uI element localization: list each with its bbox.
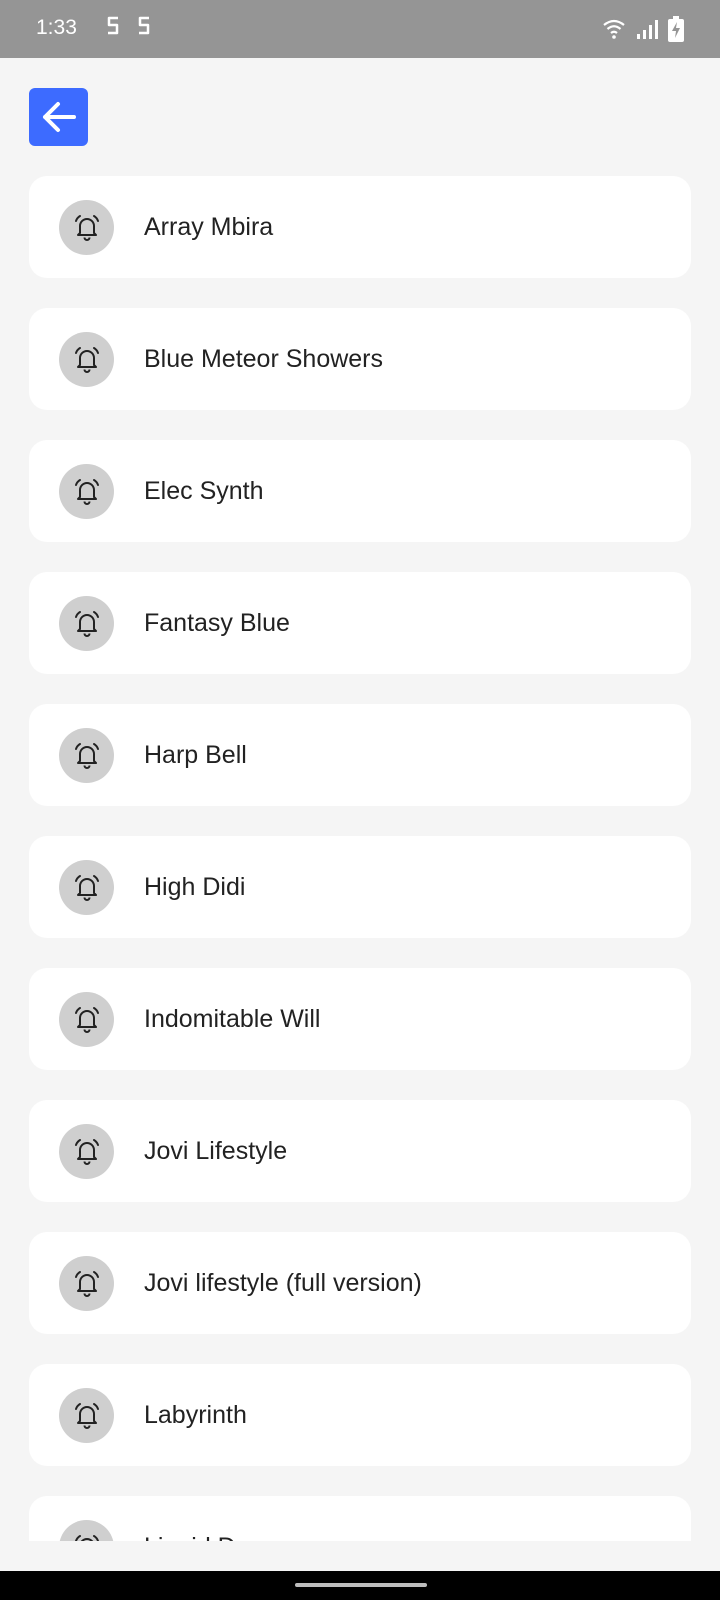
ringtone-item[interactable]: Blue Meteor Showers <box>29 308 691 410</box>
ringtone-label: Liquid D <box>144 1496 236 1541</box>
status-time: 1:33 <box>36 16 77 39</box>
ringtone-label: Jovi Lifestyle <box>144 1137 288 1165</box>
ringtone-item[interactable]: Liquid D <box>29 1496 691 1541</box>
ringtone-item[interactable]: Jovi Lifestyle <box>29 1100 691 1202</box>
ringtone-item[interactable]: Elec Synth <box>29 440 691 542</box>
ringtone-label: Jovi lifestyle (full version) <box>144 1269 422 1297</box>
home-gesture-handle[interactable] <box>295 1583 427 1587</box>
status-right-icons <box>602 16 684 42</box>
bell-icon-container <box>59 728 114 783</box>
bell-icon-container <box>59 1388 114 1443</box>
wifi-icon <box>603 19 625 39</box>
ringtone-label: Array Mbira <box>144 213 274 241</box>
ringtone-item[interactable]: Jovi lifestyle (full version) <box>29 1232 691 1334</box>
navigation-bar <box>0 1571 720 1600</box>
ringtone-item[interactable]: Labyrinth <box>29 1364 691 1466</box>
ringtone-label: Blue Meteor Showers <box>144 345 384 373</box>
status-bar: 1:33 <box>0 0 720 58</box>
ringtone-label: Elec Synth <box>144 477 264 505</box>
bell-icon <box>74 742 99 769</box>
ringtone-label: Labyrinth <box>144 1401 247 1429</box>
battery-charging-icon <box>668 16 684 42</box>
bell-icon-container <box>59 596 114 651</box>
bell-icon-container <box>59 1520 114 1541</box>
ringtone-list[interactable]: Array Mbira Blue Meteor Showers Elec Synth… <box>29 176 691 1541</box>
bell-icon <box>74 1138 99 1165</box>
bell-icon <box>74 478 99 505</box>
ringtone-item[interactable]: Indomitable Will <box>29 968 691 1070</box>
bell-icon <box>74 1534 99 1541</box>
ringtone-item[interactable]: High Didi <box>29 836 691 938</box>
ringtone-label: High Didi <box>144 873 246 901</box>
bell-icon <box>74 1402 99 1429</box>
signal-icon <box>637 20 658 39</box>
bell-icon <box>74 214 99 241</box>
ringtone-label: Harp Bell <box>144 741 247 769</box>
bell-icon-container <box>59 200 114 255</box>
arrow-left-icon <box>42 102 76 132</box>
back-button[interactable] <box>29 88 88 146</box>
s-notification-icon <box>138 16 150 35</box>
ringtone-item[interactable]: Harp Bell <box>29 704 691 806</box>
bell-icon-container <box>59 992 114 1047</box>
bell-icon-container <box>59 464 114 519</box>
bell-icon-container <box>59 860 114 915</box>
bell-icon <box>74 874 99 901</box>
bell-icon <box>74 346 99 373</box>
bell-icon <box>74 610 99 637</box>
ringtone-label: Indomitable Will <box>144 1005 321 1033</box>
s-notification-icon <box>107 16 119 35</box>
bell-icon-container <box>59 332 114 387</box>
bell-icon-container <box>59 1256 114 1311</box>
bell-icon-container <box>59 1124 114 1179</box>
ringtone-item[interactable]: Fantasy Blue <box>29 572 691 674</box>
bell-icon <box>74 1006 99 1033</box>
ringtone-label: Fantasy Blue <box>144 609 290 637</box>
bell-icon <box>74 1270 99 1297</box>
ringtone-item[interactable]: Array Mbira <box>29 176 691 278</box>
